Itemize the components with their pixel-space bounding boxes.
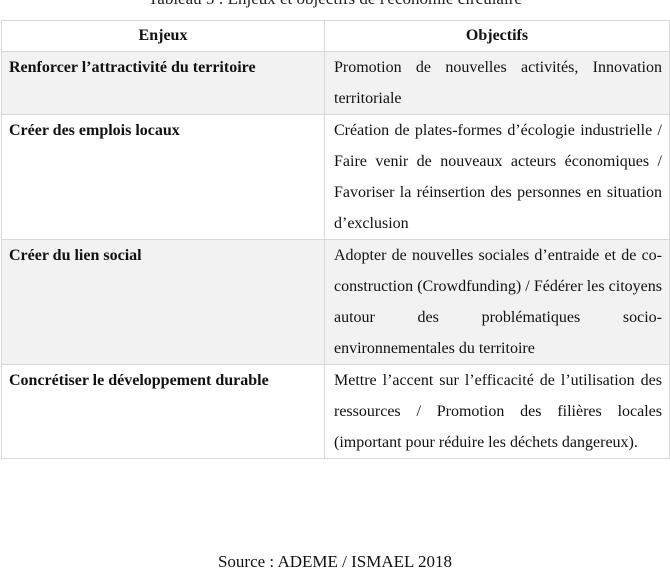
source-note: Source : ADEME / ISMAEL 2018 (217, 552, 453, 571)
enjeux-objectifs-table: Enjeux Objectifs Renforcer l’attractivit… (1, 20, 670, 459)
enjeu-cell: Concrétiser le développement durable (1, 364, 325, 459)
objectif-cell: Mettre l’accent sur l’efficacité de l’ut… (324, 364, 670, 459)
enjeu-cell: Créer des emplois locaux (1, 114, 325, 240)
enjeu-cell: Renforcer l’attractivité du territoire (1, 51, 325, 115)
objectif-cell: Promotion de nouvelles activités, Innova… (324, 51, 670, 115)
table-header-row: Enjeux Objectifs (1, 20, 670, 52)
objectif-cell: Création de plates-formes d’écologie ind… (324, 114, 670, 240)
header-objectifs: Objectifs (324, 20, 670, 52)
table-row: Créer des emplois locaux Création de pla… (1, 114, 670, 240)
enjeu-cell: Créer du lien social (1, 239, 325, 365)
table-caption: Tableau 5 : Enjeux et objectifs de l'éco… (0, 0, 670, 9)
table-row: Créer du lien social Adopter de nouvelle… (1, 239, 670, 365)
table-row: Renforcer l’attractivité du territoire P… (1, 51, 670, 115)
table-row: Concrétiser le développement durable Met… (1, 364, 670, 459)
header-enjeux: Enjeux (1, 20, 325, 52)
objectif-cell: Adopter de nouvelles sociales d’entraide… (324, 239, 670, 365)
